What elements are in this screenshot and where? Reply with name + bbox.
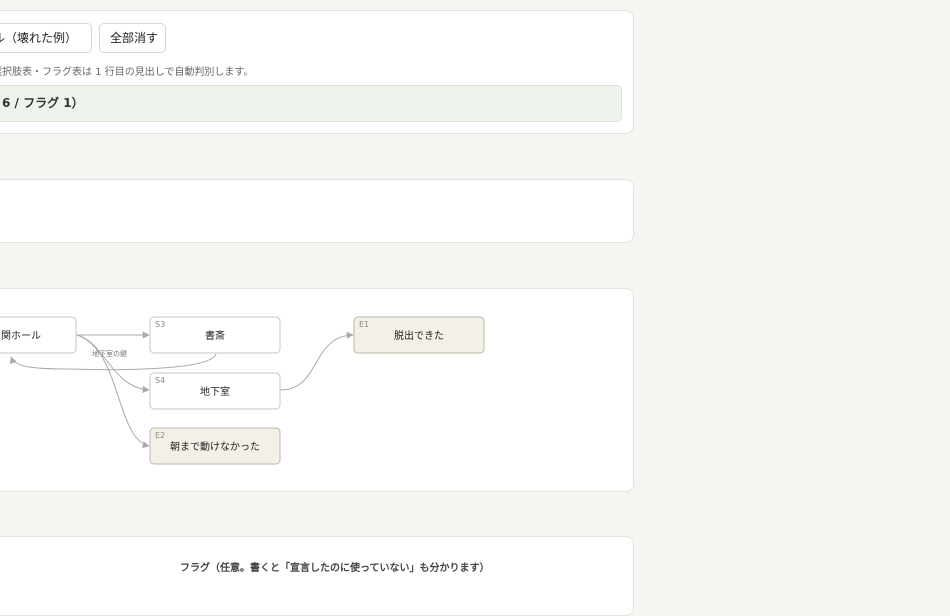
node-s3-study[interactable]: S3 書斎 [149,316,281,354]
input-panel: ル（壊れた例） 全部消す 選択肢表・フラグ表は 1 行目の見出しで自動判別します… [0,10,634,134]
story-graph-panel: 地下室の鍵 関ホール S3 書斎 S4 地下室 E1 脱出できた E2 朝まで動… [0,288,634,492]
node-s3-label: 書斎 [205,329,225,342]
issues-panel [0,179,634,243]
node-e2-stuck-ending[interactable]: E2 朝まで動けなかった [149,427,281,465]
node-e1-id: E1 [359,320,369,329]
node-s4-label: 地下室 [200,385,230,398]
load-broken-sample-button[interactable]: ル（壊れた例） [0,23,92,53]
node-e1-label: 脱出できた [394,329,444,342]
flags-table-heading: フラグ（任意。書くと「宣言したのに使っていない」も分かります） [180,563,490,574]
parse-status-banner: 6 / フラグ 1） [0,85,622,122]
node-s3-id: S3 [155,320,165,329]
node-e2-id: E2 [155,431,165,440]
clear-all-button[interactable]: 全部消す [99,23,166,53]
node-hall[interactable]: 関ホール [0,316,77,354]
node-e2-label: 朝まで動けなかった [170,440,260,453]
node-s4-basement[interactable]: S4 地下室 [149,372,281,410]
format-hint: 選択肢表・フラグ表は 1 行目の見出しで自動判別します。 [0,67,254,78]
node-e1-escape-ending[interactable]: E1 脱出できた [353,316,485,354]
flags-panel: フラグ（任意。書くと「宣言したのに使っていない」も分かります） [0,536,634,616]
edge-basement-to-escape-ending [279,331,354,391]
edge-label-basement-key: 地下室の鍵 [92,349,127,358]
story-graph: 地下室の鍵 関ホール S3 書斎 S4 地下室 E1 脱出できた E2 朝まで動… [0,316,485,465]
node-hall-label: 関ホール [1,330,41,342]
node-s4-id: S4 [155,376,165,385]
